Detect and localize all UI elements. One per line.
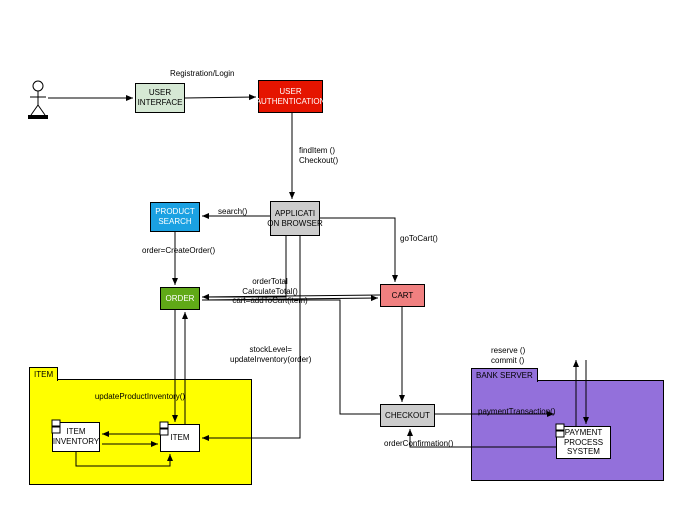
update-inv-label: updateProductInventory() <box>85 392 195 402</box>
user-auth-box: USER AUTHENTICATION <box>258 80 323 113</box>
search-label: search() <box>218 207 247 217</box>
reserve-commit-label: reserve () commit () <box>491 346 525 365</box>
user-interface-box: USER INTERFACE <box>135 83 185 113</box>
goto-cart-label: goToCart() <box>400 234 438 244</box>
item-inventory-box-2: ITEM INVENTORY <box>52 422 100 452</box>
payment-txn-label: paymentTransaction() <box>478 407 556 417</box>
create-order-label: order=CreateOrder() <box>142 246 204 256</box>
order-confirm-label: orderConfirmation() <box>384 439 454 449</box>
application-browser-box: APPLICATI ON BROWSER <box>270 201 320 236</box>
product-search-box: PRODUCT SEARCH <box>150 202 200 232</box>
find-checkout-label: findItem () Checkout() <box>299 146 338 165</box>
payment-process-box-2: PAYMENT PROCESS SYSTEM <box>556 426 611 459</box>
order-box: ORDER <box>160 287 200 310</box>
checkout-box: CHECKOUT <box>380 404 435 427</box>
cart-box: CART <box>380 284 425 307</box>
order-total-label: orderTotal CalculateTotal() cart=addToCa… <box>225 277 315 306</box>
item-folder-tab: ITEM <box>29 367 58 381</box>
bank-server-folder-tab: BANK SERVER <box>471 368 538 382</box>
item-box-2: ITEM <box>160 424 200 452</box>
stock-level-label: stockLevel= updateInventory(order) <box>230 345 311 364</box>
reg-login-label: Registration/Login <box>170 69 234 79</box>
actor <box>28 80 48 120</box>
